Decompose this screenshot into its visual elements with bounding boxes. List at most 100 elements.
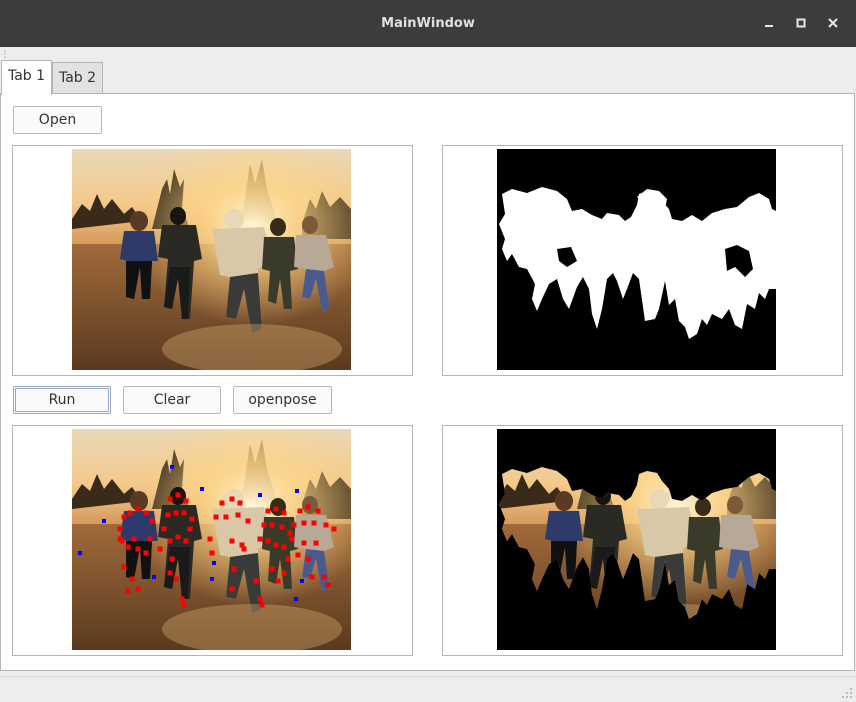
pose-keypoint <box>121 564 127 570</box>
pose-keypoint <box>212 561 216 565</box>
pose-keypoint <box>183 498 189 504</box>
close-button[interactable] <box>821 11 845 35</box>
pose-keypoint <box>241 546 247 552</box>
toolbar-grip <box>0 47 856 60</box>
pose-keypoint <box>175 492 181 498</box>
maximize-button[interactable] <box>789 11 813 35</box>
result-image-frame <box>442 425 843 656</box>
run-button[interactable]: Run <box>13 386 111 414</box>
pose-keypoint <box>117 536 123 542</box>
pose-keypoint <box>135 546 141 552</box>
clear-button[interactable]: Clear <box>123 386 221 414</box>
pose-keypoint <box>295 489 299 493</box>
minimize-button[interactable] <box>757 11 781 35</box>
pose-keypoint <box>161 526 167 532</box>
open-button[interactable]: Open <box>13 106 102 134</box>
title-bar: MainWindow <box>0 0 856 47</box>
pose-keypoint <box>157 546 163 552</box>
pose-keypoint <box>127 510 133 516</box>
input-image <box>72 149 351 370</box>
pose-keypoint <box>273 506 279 512</box>
pose-keypoint <box>285 556 291 562</box>
result-image <box>497 429 776 650</box>
pose-keypoint <box>102 519 106 523</box>
window-title: MainWindow <box>381 16 475 31</box>
pose-keypoint <box>295 552 301 558</box>
pose-keypoint <box>321 574 327 580</box>
pose-keypoint <box>245 518 251 524</box>
pose-keypoint <box>165 512 171 518</box>
pose-keypoint <box>305 556 311 562</box>
pose-keypoint <box>229 586 235 592</box>
pose-keypoint <box>167 538 173 544</box>
pose-keypoint <box>291 522 297 528</box>
pose-keypoint <box>287 530 293 536</box>
pose-keypoint <box>279 524 285 530</box>
pose-keypoint <box>323 522 329 528</box>
close-icon <box>828 18 838 28</box>
mask-image-frame <box>442 145 843 376</box>
pose-keypoint <box>135 586 141 592</box>
tab-1[interactable]: Tab 1 <box>1 60 52 95</box>
pose-keypoint <box>209 550 215 556</box>
pose-keypoint <box>229 538 235 544</box>
pose-keypoint <box>281 570 287 576</box>
pose-keypoint <box>309 574 315 580</box>
pose-keypoint <box>281 510 287 516</box>
pose-keypoint <box>223 514 229 520</box>
pose-keypoint <box>259 602 265 608</box>
pose-keypoint <box>179 596 185 602</box>
pose-keypoint <box>253 578 259 584</box>
pose-keypoint <box>125 588 131 594</box>
pose-keypoint <box>311 520 317 526</box>
pose-keypoint <box>189 516 195 522</box>
openpose-button[interactable]: openpose <box>233 386 332 414</box>
pose-keypoint <box>237 500 243 506</box>
pose-keypoint <box>207 536 213 542</box>
pose-keypoint <box>325 582 331 588</box>
pose-keypoint <box>121 514 127 520</box>
pose-keypoint <box>213 514 219 520</box>
pose-keypoint <box>315 508 321 514</box>
pose-image-frame <box>12 425 413 656</box>
pose-keypoint <box>257 536 263 542</box>
pose-keypoint <box>135 506 141 512</box>
maximize-icon <box>796 18 806 28</box>
pose-keypoint <box>265 508 271 514</box>
pose-keypoint <box>173 576 179 582</box>
tab-2[interactable]: Tab 2 <box>52 62 103 94</box>
pose-keypoint <box>231 566 237 572</box>
pose-keypoint <box>235 512 241 518</box>
pose-keypoint <box>275 578 281 584</box>
pose-keypoint <box>187 526 193 532</box>
pose-keypoint <box>269 566 275 572</box>
pose-keypoint <box>152 575 156 579</box>
pose-keypoint <box>181 602 187 608</box>
pose-keypoint <box>301 520 307 526</box>
pose-keypoint <box>117 526 123 532</box>
resize-grip-icon[interactable] <box>841 687 853 699</box>
pose-keypoint <box>265 538 271 544</box>
pose-keypoint <box>289 536 295 542</box>
pose-keypoint <box>294 597 298 601</box>
pose-keypoint <box>78 551 82 555</box>
pose-keypoint <box>181 510 187 516</box>
pose-keypoint <box>281 544 287 550</box>
pose-keypoint <box>149 518 155 524</box>
pose-keypoint <box>257 596 263 602</box>
pose-keypoint <box>129 576 135 582</box>
pose-keypoint <box>301 540 307 546</box>
pose-keypoint <box>300 579 304 583</box>
pose-keypoint <box>258 493 262 497</box>
pose-keypoint <box>169 556 175 562</box>
pose-keypoint <box>125 544 131 550</box>
pose-keypoint <box>143 510 149 516</box>
pose-keypoint <box>175 534 181 540</box>
pose-keypoint <box>305 504 311 510</box>
status-bar <box>0 676 856 702</box>
pose-keypoint <box>143 550 149 556</box>
mask-image <box>497 149 776 370</box>
pose-keypoint <box>147 536 153 542</box>
pose-keypoint <box>173 510 179 516</box>
pose-keypoint <box>273 542 279 548</box>
